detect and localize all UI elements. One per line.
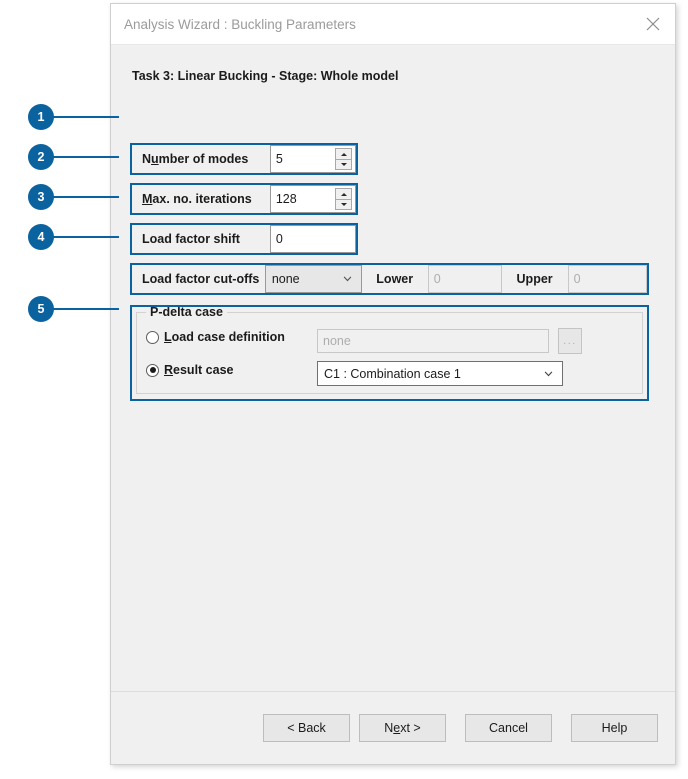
spinner-up-icon[interactable]	[335, 188, 352, 199]
next-button[interactable]: Ne xt >	[359, 714, 446, 742]
result-case-label: Result case	[164, 363, 234, 377]
help-button[interactable]: Help	[571, 714, 658, 742]
label-pre: N	[142, 152, 152, 166]
result-case-radio[interactable]	[146, 363, 159, 377]
load-case-definition-input[interactable]: none	[317, 329, 549, 353]
result-case-value: C1 : Combination case 1	[324, 366, 461, 381]
load-factor-cutoffs-select[interactable]: none	[264, 265, 362, 293]
load-case-definition-label: Load case definition	[164, 330, 285, 344]
max-iterations-row: Max. no. iterations 128	[132, 185, 356, 213]
result-case-select[interactable]: C1 : Combination case 1	[317, 361, 563, 386]
label-pre: N	[384, 721, 394, 735]
close-icon[interactable]	[630, 4, 675, 44]
leader-line-1	[44, 116, 119, 118]
label-post: ax. no. iterations	[152, 192, 252, 206]
leader-line-5	[44, 308, 119, 310]
number-of-modes-row: Nu mber of modes 5	[132, 145, 356, 173]
dialog-body: Task 3: Linear Bucking - Stage: Whole mo…	[111, 45, 675, 691]
number-of-modes-label: Nu mber of modes	[132, 145, 270, 173]
chevron-down-icon	[544, 370, 553, 376]
task-stage-label: Task 3: Linear Bucking - Stage: Whole mo…	[132, 69, 399, 83]
load-factor-shift-value: 0	[275, 232, 283, 246]
load-factor-shift-row: Load factor shift 0	[132, 225, 356, 253]
leader-line-2	[44, 156, 119, 158]
upper-value: 0	[573, 272, 581, 286]
load-factor-shift-label: Load factor shift	[142, 232, 240, 246]
max-iterations-stepper[interactable]	[335, 188, 352, 210]
annotation-badge-4[interactable]: 4	[28, 224, 54, 250]
result-case-row[interactable]: Result case	[146, 363, 234, 377]
load-factor-cutoffs-row: Load factor cut-offs none Lower 0 Upper …	[132, 265, 647, 293]
annotation-badge-2[interactable]: 2	[28, 144, 54, 170]
label-accel: M	[142, 192, 153, 206]
pdelta-case-group-title: P-delta case	[146, 305, 227, 319]
load-factor-cutoffs-label: Load factor cut-offs	[142, 272, 260, 286]
label-accel: R	[164, 363, 174, 377]
number-of-modes-input[interactable]: 5	[269, 145, 356, 173]
dialog-footer: < Back Ne xt > Cancel Help	[111, 691, 675, 764]
load-case-definition-value: none	[323, 334, 351, 348]
label-accel: u	[151, 152, 159, 166]
ellipsis-icon[interactable]: ...	[558, 328, 582, 354]
dialog-titlebar: Analysis Wizard : Buckling Parameters	[111, 4, 675, 45]
label-post: esult case	[173, 363, 234, 377]
back-button[interactable]: < Back	[263, 714, 350, 742]
label-accel: e	[393, 721, 401, 735]
chevron-down-icon	[343, 276, 352, 282]
label-post: xt >	[400, 721, 421, 735]
label-post: mber of modes	[158, 152, 249, 166]
spinner-up-icon[interactable]	[335, 148, 352, 159]
ellipsis-label: ...	[563, 335, 577, 347]
label-accel: L	[164, 330, 172, 344]
upper-label: Upper	[516, 272, 553, 286]
load-case-definition-radio[interactable]	[146, 330, 159, 344]
label-post: oad case definition	[171, 330, 285, 344]
number-of-modes-value: 5	[275, 152, 283, 166]
number-of-modes-stepper[interactable]	[335, 148, 352, 170]
max-iterations-label: Max. no. iterations	[132, 185, 270, 213]
upper-input[interactable]: 0	[567, 265, 647, 293]
load-case-definition-row[interactable]: Load case definition	[146, 330, 285, 344]
load-factor-cutoffs-value: none	[271, 272, 300, 286]
lower-input[interactable]: 0	[427, 265, 502, 293]
leader-line-3	[44, 196, 119, 198]
load-factor-shift-input[interactable]: 0	[269, 225, 356, 253]
max-iterations-input[interactable]: 128	[269, 185, 356, 213]
pdelta-case-group: P-delta case Load case definition none .…	[136, 305, 643, 394]
annotation-badge-3[interactable]: 3	[28, 184, 54, 210]
lower-value: 0	[433, 272, 441, 286]
max-iterations-value: 128	[275, 192, 297, 206]
leader-line-4	[44, 236, 119, 238]
spinner-down-icon[interactable]	[335, 199, 352, 210]
lower-label: Lower	[376, 272, 414, 286]
annotation-badge-1[interactable]: 1	[28, 104, 54, 130]
analysis-wizard-dialog: Analysis Wizard : Buckling Parameters Ta…	[110, 3, 676, 765]
annotation-badge-5[interactable]: 5	[28, 296, 54, 322]
cancel-button[interactable]: Cancel	[465, 714, 552, 742]
dialog-title: Analysis Wizard : Buckling Parameters	[124, 16, 356, 32]
spinner-down-icon[interactable]	[335, 159, 352, 170]
